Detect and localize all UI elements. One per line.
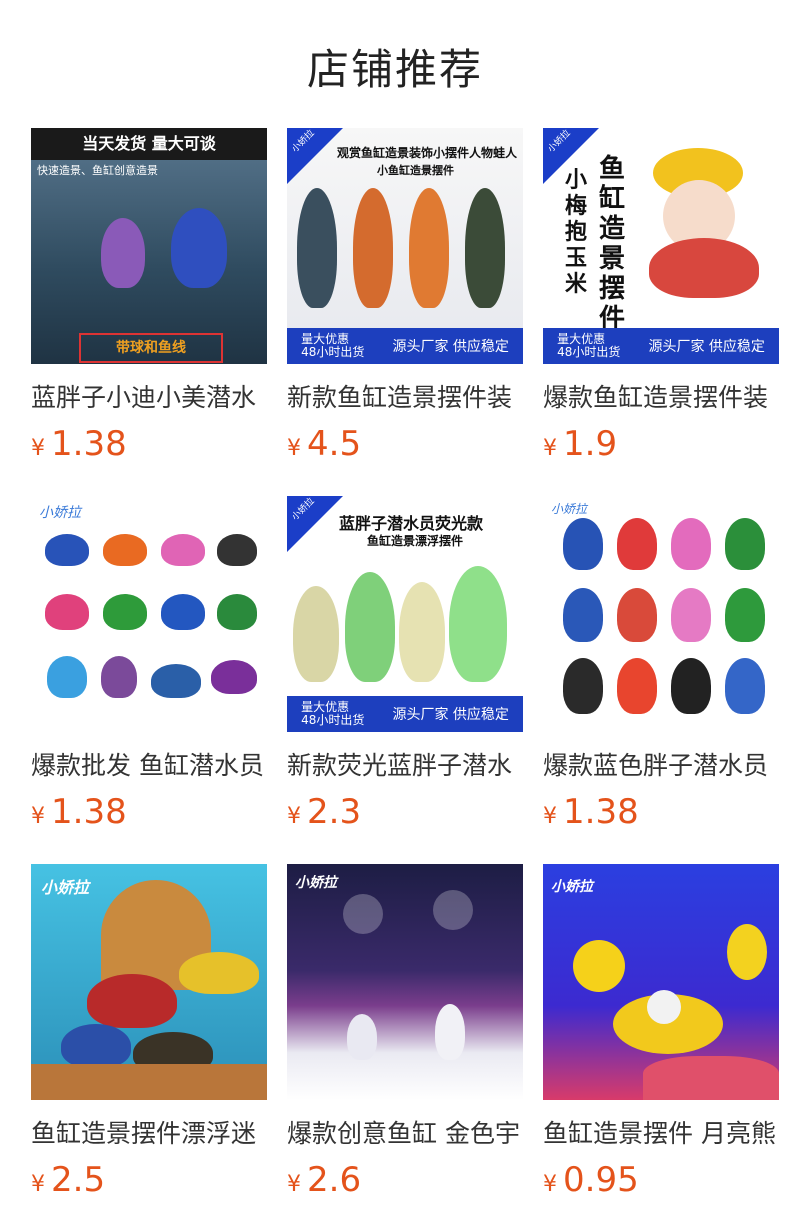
product-name[interactable]: 爆款创意鱼缸 金色宇: [287, 1114, 523, 1150]
product-image[interactable]: 小娇拉 鱼缸造景摆件 小梅抱玉米 量大优惠 48小时出货 源头厂家 供应稳定: [543, 128, 779, 364]
product-card[interactable]: 小娇拉 观赏鱼缸造景装饰小摆件人物蛙人 小鱼缸造景摆件 量大优惠 48小时出货 源头…: [287, 128, 523, 464]
product-image[interactable]: 小娇拉 观赏鱼缸造景装饰小摆件人物蛙人 小鱼缸造景摆件 量大优惠 48小时出货 源头…: [287, 128, 523, 364]
product-card[interactable]: 小娇拉 爆款蓝色胖子潜水员 ¥1.38: [543, 496, 779, 832]
product-price: ¥1.38: [31, 792, 127, 832]
product-name[interactable]: 爆款鱼缸造景摆件装: [543, 378, 779, 414]
product-name[interactable]: 蓝胖子小迪小美潜水: [31, 378, 267, 414]
product-name[interactable]: 新款鱼缸造景摆件装: [287, 378, 523, 414]
product-card[interactable]: 小娇拉 鱼缸造景摆件 小梅抱玉米 量大优惠 48小时出货 源头厂家 供应稳定 爆款鱼…: [543, 128, 779, 464]
product-image[interactable]: 小娇拉: [287, 864, 523, 1100]
product-card[interactable]: 小娇拉 鱼缸造景摆件 月亮熊 ¥0.95: [543, 864, 779, 1200]
product-card[interactable]: 小娇拉 蓝胖子潜水员荧光款 鱼缸造景漂浮摆件 量大优惠 48小时出货 源头厂家 供应…: [287, 496, 523, 832]
product-name[interactable]: 新款荧光蓝胖子潜水: [287, 746, 523, 782]
product-image[interactable]: 小娇拉: [31, 864, 267, 1100]
product-card[interactable]: 当天发货 量大可谈 快速造景、鱼缸创意造景 带球和鱼线 蓝胖子小迪小美潜水 ¥1…: [31, 128, 267, 464]
product-image[interactable]: 小娇拉: [31, 496, 267, 732]
product-price: ¥1.38: [31, 424, 127, 464]
product-name[interactable]: 爆款蓝色胖子潜水员: [543, 746, 779, 782]
product-price: ¥1.9: [543, 424, 618, 464]
section-title: 店铺推荐: [306, 45, 483, 94]
product-card[interactable]: 小娇拉 爆款创意鱼缸 金色宇 ¥2.6: [287, 864, 523, 1200]
product-card[interactable]: 小娇拉 鱼缸造景摆件漂浮迷 ¥2.5: [31, 864, 267, 1200]
product-image[interactable]: 小娇拉 蓝胖子潜水员荧光款 鱼缸造景漂浮摆件 量大优惠 48小时出货 源头厂家 供应…: [287, 496, 523, 732]
product-price: ¥2.5: [31, 1160, 106, 1200]
product-name[interactable]: 鱼缸造景摆件漂浮迷: [31, 1114, 267, 1150]
product-price: ¥2.6: [287, 1160, 362, 1200]
product-image[interactable]: 小娇拉: [543, 864, 779, 1100]
product-name[interactable]: 鱼缸造景摆件 月亮熊: [543, 1114, 779, 1150]
product-card[interactable]: 小娇拉 爆款批发 鱼缸潜水员 ¥1.38: [31, 496, 267, 832]
product-image[interactable]: 当天发货 量大可谈 快速造景、鱼缸创意造景 带球和鱼线: [31, 128, 267, 364]
product-name[interactable]: 爆款批发 鱼缸潜水员: [31, 746, 267, 782]
product-image[interactable]: 小娇拉: [543, 496, 779, 732]
product-price: ¥4.5: [287, 424, 362, 464]
product-price: ¥1.38: [543, 792, 639, 832]
product-price: ¥0.95: [543, 1160, 639, 1200]
product-price: ¥2.3: [287, 792, 362, 832]
